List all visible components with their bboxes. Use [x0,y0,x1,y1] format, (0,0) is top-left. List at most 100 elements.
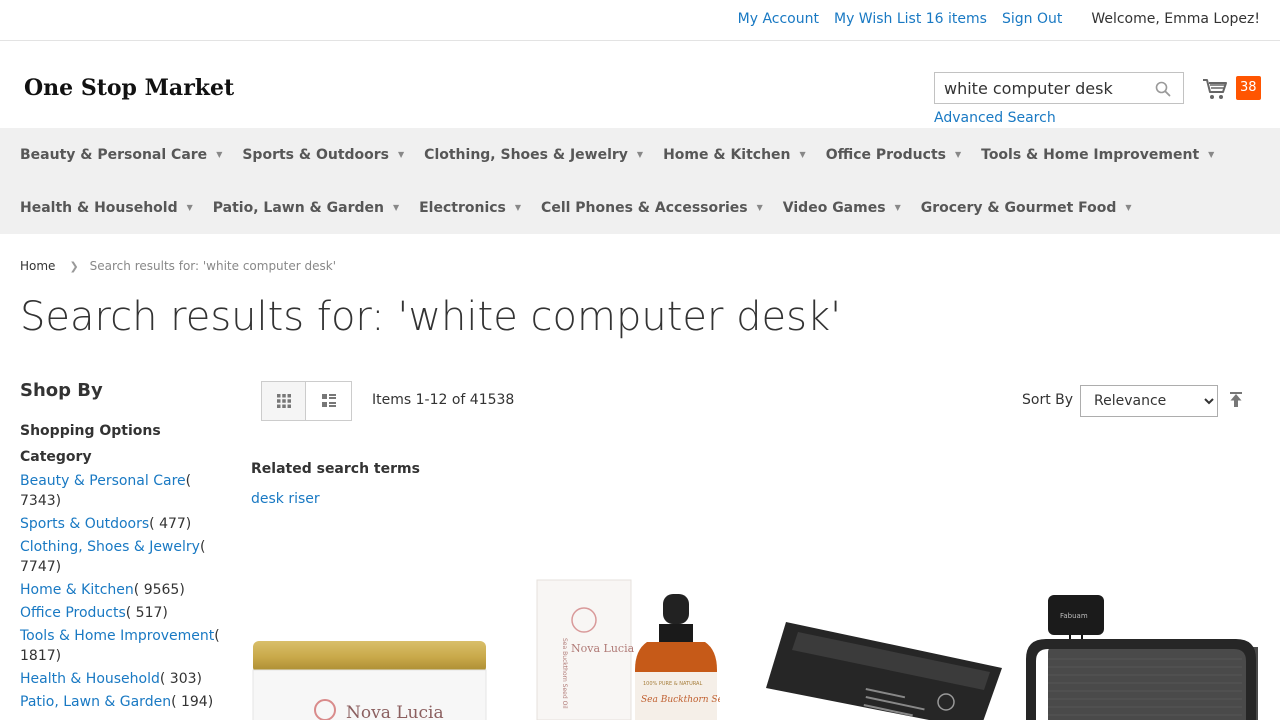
chevron-down-icon: ▼ [1208,150,1215,159]
category-filter-link[interactable]: Office Products [20,605,126,621]
list-item: Office Products( 517) [20,603,220,623]
bottle-tagline-text: 100% PURE & NATURAL [643,681,702,687]
nav-cell-phones-accessories[interactable]: Cell Phones & Accessories ▼ [531,200,773,216]
bottle-product-text: Sea Buckthorn Seed Oil [641,695,720,705]
chevron-right-icon: ❯ [69,259,79,273]
category-filter-link[interactable]: Tools & Home Improvement [20,628,214,644]
related-search-term-link[interactable]: desk riser [251,491,320,507]
cart-count-badge[interactable]: 38 [1236,76,1261,100]
nav-label: Health & Household [20,199,178,216]
sidebar-filters: Shop By Shopping Options Category Beauty… [20,380,220,715]
nav-electronics[interactable]: Electronics ▼ [409,200,531,216]
nav-row-1: Beauty & Personal Care ▼ Sports & Outdoor… [10,128,1270,181]
list-item: Clothing, Shoes & Jewelry( 7747) [20,537,220,577]
category-count: ( 303) [159,671,202,687]
nav-patio-lawn-garden[interactable]: Patio, Lawn & Garden ▼ [203,200,409,216]
nav-clothing-shoes-jewelry[interactable]: Clothing, Shoes & Jewelry ▼ [414,147,653,163]
chevron-down-icon: ▼ [398,150,405,159]
category-filter-link[interactable]: Clothing, Shoes & Jewelry [20,539,200,555]
search-input[interactable] [935,73,1145,103]
chevron-down-icon: ▼ [514,203,522,212]
chevron-down-icon: ▼ [1125,203,1132,212]
grid-view-button[interactable] [261,381,306,421]
chevron-down-icon: ▼ [186,203,193,212]
list-item: Patio, Lawn & Garden( 194) [20,692,220,712]
nav-video-games[interactable]: Video Games ▼ [773,200,911,216]
welcome-message: Welcome, Emma Lopez! [1091,11,1260,27]
box-side-text: Sea Buckthorn Seed Oil [561,638,568,709]
list-item: Home & Kitchen( 9565) [20,580,220,600]
list-item: Beauty & Personal Care( 7343) [20,471,220,511]
search-box [934,72,1184,104]
wish-list-link[interactable]: My Wish List 16 items [834,11,987,27]
breadcrumb-home[interactable]: Home [20,259,55,273]
speaker-brand-text: Fabuam [1060,612,1088,620]
list-icon [321,394,336,407]
chevron-down-icon: ▼ [954,150,962,159]
product-image-jar[interactable]: Nova Lucia [251,630,488,720]
view-mode-switcher [261,381,352,421]
product-image-oil[interactable]: Nova Lucia Sea Buckthorn Seed Oil 100% P… [535,578,720,720]
account-links: My Account My Wish List 16 items Sign Ou… [723,11,1260,27]
list-item: Sports & Outdoors( 477) [20,514,220,534]
nav-label: Cell Phones & Accessories [541,199,748,216]
chevron-down-icon: ▼ [756,203,763,212]
nav-home-kitchen[interactable]: Home & Kitchen ▼ [653,147,816,163]
list-item: Tools & Home Improvement( 1817) [20,626,220,666]
nav-label: Patio, Lawn & Garden [212,199,384,216]
category-filter-list: Beauty & Personal Care( 7343) Sports & O… [20,471,220,712]
category-filter-link[interactable]: Health & Household [20,671,160,687]
chevron-down-icon: ▼ [392,203,400,212]
chevron-down-icon: ▼ [799,150,806,159]
category-filter-title[interactable]: Category [20,449,220,465]
sort-direction-arrow-icon[interactable] [1229,392,1243,408]
site-header: One Stop Market Advanced Search 38 [0,41,1280,128]
chevron-down-icon: ▼ [894,203,901,212]
nav-label: Video Games [782,199,886,216]
category-filter-link[interactable]: Home & Kitchen [20,582,134,598]
nav-label: Tools & Home Improvement [981,146,1200,163]
category-count: ( 477) [149,516,192,532]
product-image-speaker[interactable]: Fabuam [1026,593,1258,720]
advanced-search-link[interactable]: Advanced Search [934,110,1056,126]
breadcrumb: Home ❯ Search results for: 'white comput… [20,259,336,273]
category-filter-link[interactable]: Beauty & Personal Care [20,473,186,489]
items-count: Items 1-12 of 41538 [372,392,515,408]
category-nav: Beauty & Personal Care ▼ Sports & Outdoor… [0,128,1280,234]
nav-label: Home & Kitchen [663,146,791,163]
search-icon[interactable] [1155,81,1171,97]
category-count: ( 517) [125,605,168,621]
nav-sports-outdoors[interactable]: Sports & Outdoors ▼ [232,147,414,163]
category-count: ( 194) [171,694,214,710]
chevron-down-icon: ▼ [636,150,644,159]
nav-grocery-gourmet-food[interactable]: Grocery & Gourmet Food ▼ [911,200,1142,216]
nav-label: Electronics [419,199,506,216]
nav-beauty-personal-care[interactable]: Beauty & Personal Care ▼ [10,147,232,163]
chevron-down-icon: ▼ [216,150,223,159]
list-view-button[interactable] [306,381,352,421]
shop-by-heading: Shop By [20,380,103,401]
sort-by-label: Sort By [1022,392,1074,408]
nav-label: Grocery & Gourmet Food [920,199,1117,216]
box-brand-text: Nova Lucia [571,642,635,655]
shopping-options-heading: Shopping Options [20,423,161,439]
top-links-bar: My Account My Wish List 16 items Sign Ou… [0,0,1280,41]
nav-health-household[interactable]: Health & Household ▼ [10,200,203,216]
nav-tools-home-improvement[interactable]: Tools & Home Improvement ▼ [971,147,1224,163]
category-filter-link[interactable]: Patio, Lawn & Garden [20,694,171,710]
nav-label: Beauty & Personal Care [20,146,208,163]
nav-label: Sports & Outdoors [242,146,390,163]
nav-office-products[interactable]: Office Products ▼ [816,147,971,163]
related-search-terms-title: Related search terms [251,461,420,477]
breadcrumb-current: Search results for: 'white computer desk… [89,259,337,273]
my-account-link[interactable]: My Account [738,11,819,27]
cart-icon[interactable] [1202,76,1228,102]
nav-label: Office Products [825,146,946,163]
sort-select[interactable]: Relevance [1080,385,1218,417]
product-image-battery[interactable] [766,618,1004,720]
category-filter-link[interactable]: Sports & Outdoors [20,516,149,532]
sign-out-link[interactable]: Sign Out [1002,11,1062,27]
nav-label: Clothing, Shoes & Jewelry [424,146,628,163]
site-logo[interactable]: One Stop Market [24,75,234,101]
page-title: Search results for: 'white computer desk… [20,294,842,340]
